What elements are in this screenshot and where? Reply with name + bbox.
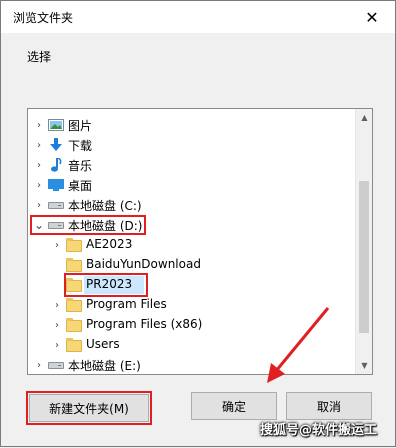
tree-item-label: 本地磁盘 (D:): [68, 219, 143, 233]
window-title: 浏览文件夹: [13, 11, 74, 25]
folder-icon: [66, 258, 82, 272]
tree-item[interactable]: BaiduYunDownload: [28, 255, 355, 275]
new-folder-button[interactable]: 新建文件夹(M): [29, 394, 149, 422]
chevron-right-icon[interactable]: [52, 255, 62, 275]
close-icon: ✕: [365, 7, 379, 27]
drive-icon: [48, 222, 64, 229]
tree-item[interactable]: ⌄ 本地磁盘 (D:): [28, 215, 355, 235]
chevron-right-icon[interactable]: ›: [52, 295, 62, 315]
title-bar: 浏览文件夹 ✕: [1, 1, 395, 33]
chevron-right-icon[interactable]: ›: [34, 115, 44, 135]
tree-item-label: 图片: [68, 119, 93, 133]
watermark: 搜狐号@软件搬运工: [259, 423, 377, 438]
scroll-thumb[interactable]: [359, 181, 369, 333]
tree-item-label: 音乐: [68, 159, 93, 173]
folder-icon: [66, 238, 82, 252]
folder-tree[interactable]: › 图片 › 下载 › 音乐 › 桌面 › 本地磁盘 (C:) ⌄ 本地磁盘 (D:) › AE2023 B…: [27, 108, 373, 375]
downloads-icon: [48, 138, 64, 152]
chevron-down-icon[interactable]: ⌄: [34, 215, 44, 235]
tree-item[interactable]: PR2023: [28, 273, 355, 297]
chevron-right-icon[interactable]: ›: [34, 155, 44, 175]
tree-item[interactable]: › 音乐: [28, 155, 355, 175]
folder-icon: [66, 318, 82, 332]
tree-item-label: Users: [86, 337, 120, 351]
tree-item-label: 本地磁盘 (E:): [68, 359, 141, 373]
scroll-down-icon[interactable]: ▼: [356, 357, 372, 374]
chevron-right-icon[interactable]: ›: [52, 235, 62, 255]
folder-icon: [66, 298, 82, 312]
pictures-icon: [48, 118, 64, 132]
drive-icon: [48, 362, 64, 369]
tree-item[interactable]: › 本地磁盘 (E:): [28, 355, 355, 374]
tree-item-label: Program Files (x86): [86, 317, 203, 331]
vertical-scrollbar[interactable]: ▲ ▼: [355, 109, 372, 374]
tree-item-label: 本地磁盘 (C:): [68, 199, 142, 213]
music-icon: [48, 157, 64, 172]
tree-item[interactable]: › Program Files (x86): [28, 315, 355, 335]
folder-icon: [66, 278, 82, 292]
tree-item-label: 桌面: [68, 179, 93, 193]
tree-item[interactable]: › Program Files: [28, 295, 355, 315]
tree-item[interactable]: › AE2023: [28, 235, 355, 255]
chevron-right-icon[interactable]: ›: [34, 175, 44, 195]
cancel-button[interactable]: 取消: [286, 392, 372, 420]
chevron-right-icon[interactable]: ›: [34, 355, 44, 374]
chevron-right-icon[interactable]: ›: [52, 315, 62, 335]
tree-item-label: 下载: [68, 139, 93, 153]
drive-icon: [48, 202, 64, 209]
tree-item[interactable]: › 本地磁盘 (C:): [28, 195, 355, 215]
tree-item-label: PR2023: [86, 277, 133, 291]
tree-item-label: AE2023: [86, 237, 133, 251]
scroll-up-icon[interactable]: ▲: [356, 109, 372, 126]
folder-icon: [66, 338, 82, 352]
desktop-icon: [48, 178, 64, 192]
tree-item-label: Program Files: [86, 297, 167, 311]
chevron-right-icon[interactable]: [52, 275, 62, 295]
tree-item-label: BaiduYunDownload: [86, 257, 201, 271]
tree-item[interactable]: › Users: [28, 335, 355, 355]
chevron-right-icon[interactable]: ›: [52, 335, 62, 355]
tree-item[interactable]: › 图片: [28, 115, 355, 135]
tree-item[interactable]: › 下载: [28, 135, 355, 155]
chevron-right-icon[interactable]: ›: [34, 135, 44, 155]
prompt-text: 选择: [27, 50, 52, 64]
ok-button[interactable]: 确定: [191, 392, 277, 420]
close-button[interactable]: ✕: [349, 1, 395, 33]
browse-folder-dialog: 浏览文件夹 ✕ 选择 › 图片 › 下载 › 音乐 › 桌面 › 本地磁盘 (C:) ⌄ 本地磁盘 (…: [0, 0, 396, 447]
chevron-right-icon[interactable]: ›: [34, 195, 44, 215]
tree-item[interactable]: › 桌面: [28, 175, 355, 195]
